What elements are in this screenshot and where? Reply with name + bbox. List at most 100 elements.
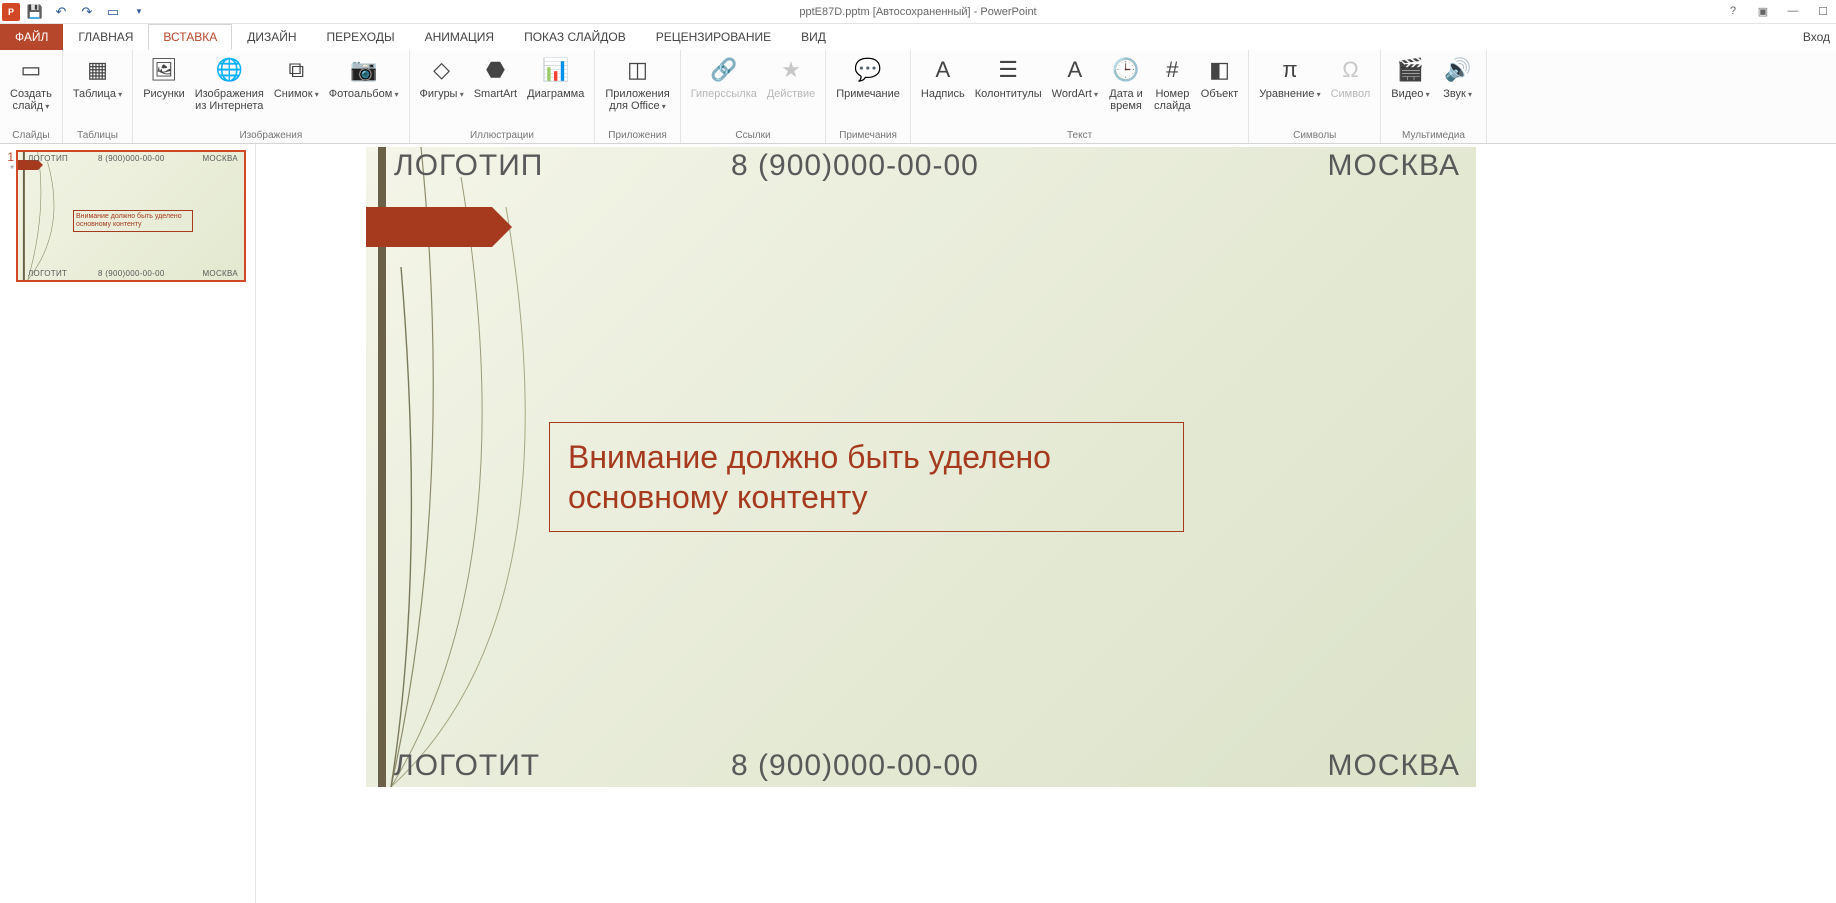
ribbon-comment-button[interactable]: 💬Примечание — [832, 52, 904, 102]
ribbon-action-button: ★Действие — [763, 52, 819, 102]
comment-icon: 💬 — [852, 54, 884, 86]
slide-canvas-area[interactable]: ЛОГОТИП 8 (900)000-00-00 МОСКВА Внимание… — [256, 144, 1836, 903]
ribbon-button-label: WordArt — [1052, 88, 1098, 101]
slide-top-left[interactable]: ЛОГОТИП — [394, 149, 543, 183]
ribbon-group: 🖼 Рисунки 🌐Изображенияиз Интернета ⧉ Снимок 📷… — [133, 50, 409, 143]
ribbon-hyperlink-button: 🔗Гиперссылка — [687, 52, 761, 102]
ribbon-group-label: Приложения — [601, 128, 673, 143]
slide[interactable]: ЛОГОТИП 8 (900)000-00-00 МОСКВА Внимание… — [366, 147, 1476, 787]
ribbon-group-label: Символы — [1255, 128, 1374, 143]
new-slide-icon: ▭ — [15, 54, 47, 86]
tab-показ слайдов[interactable]: ПОКАЗ СЛАЙДОВ — [509, 24, 641, 50]
symbol-icon: Ω — [1334, 54, 1366, 86]
ribbon-options-icon[interactable]: ▣ — [1754, 5, 1772, 18]
ribbon: ▭СоздатьслайдСлайды▦ТаблицаТаблицы🖼Рисун… — [0, 50, 1836, 144]
ribbon-textbox-button[interactable]: A Надпись — [917, 52, 969, 102]
tab-дизайн[interactable]: ДИЗАЙН — [232, 24, 311, 50]
thumb-bot-left: ЛОГОТИТ — [28, 269, 67, 278]
table-icon: ▦ — [82, 54, 114, 86]
ribbon-chart-button[interactable]: 📊Диаграмма — [523, 52, 588, 102]
action-icon: ★ — [775, 54, 807, 86]
textbox-icon: A — [927, 54, 959, 86]
slide-bot-left[interactable]: ЛОГОТИТ — [394, 749, 540, 783]
ribbon-shapes-button[interactable]: ◇Фигуры — [416, 52, 468, 103]
apps-icon: ◫ — [622, 54, 654, 86]
ribbon-table-button[interactable]: ▦ Таблица — [69, 52, 126, 103]
ribbon-button-label: Символ — [1331, 88, 1371, 100]
qat-save-icon[interactable]: 💾 — [24, 1, 46, 23]
ribbon-group: 🎬Видео🔊Звук Мультимедиа — [1381, 50, 1486, 143]
audio-icon: 🔊 — [1442, 54, 1474, 86]
ribbon-equation-button[interactable]: πУравнение — [1255, 52, 1324, 103]
picture-icon: 🖼 — [148, 54, 180, 86]
tab-вид[interactable]: ВИД — [786, 24, 841, 50]
tab-файл[interactable]: ФАЙЛ — [0, 24, 63, 50]
ribbon-button-label: Дата ивремя — [1109, 88, 1143, 112]
ribbon-photo-album-button[interactable]: 📷Фотоальбом — [325, 52, 403, 103]
slide-top-center[interactable]: 8 (900)000-00-00 — [731, 149, 979, 183]
slide-arrow-shape[interactable] — [366, 207, 492, 247]
tab-анимация[interactable]: АНИМАЦИЯ — [410, 24, 509, 50]
ribbon-smartart-button[interactable]: ⬣SmartArt — [470, 52, 521, 102]
ribbon-group: A Надпись ☰КолонтитулыAWordArt🕒Дата ивремя… — [911, 50, 1249, 143]
thumb-number: 1 — [4, 150, 14, 164]
slide-bot-center[interactable]: 8 (900)000-00-00 — [731, 749, 979, 783]
tab-рецензирование[interactable]: РЕЦЕНЗИРОВАНИЕ — [641, 24, 786, 50]
ribbon-tabs: ФАЙЛГЛАВНАЯВСТАВКАДИЗАЙНПЕРЕХОДЫАНИМАЦИЯ… — [0, 24, 1836, 50]
online-pic-icon: 🌐 — [213, 54, 245, 86]
tab-главная[interactable]: ГЛАВНАЯ — [63, 24, 148, 50]
slide-thumbnails-panel: 1 * ЛОГОТИП 8 (900)000-00-00 МОСКВА Вним… — [0, 144, 256, 903]
ribbon-wordart-button[interactable]: AWordArt — [1048, 52, 1102, 103]
slide-thumbnail-1[interactable]: ЛОГОТИП 8 (900)000-00-00 МОСКВА Внимание… — [16, 150, 246, 282]
restore-icon[interactable]: ☐ — [1814, 5, 1832, 18]
window-controls: ? ▣ ― ☐ — [1724, 5, 1832, 18]
title-bar: P 💾 ↶ ↷ ▭ ▾ pptE87D.pptm [Автосохраненны… — [0, 0, 1836, 24]
tab-переходы[interactable]: ПЕРЕХОДЫ — [312, 24, 410, 50]
minimize-icon[interactable]: ― — [1784, 5, 1802, 18]
ribbon-group-label: Мультимедиа — [1387, 128, 1479, 143]
tab-вставка[interactable]: ВСТАВКА — [148, 24, 232, 50]
ribbon-button-label: Уравнение — [1259, 88, 1320, 101]
thumb-top-left: ЛОГОТИП — [28, 154, 68, 163]
qat-start-icon[interactable]: ▭ — [102, 1, 124, 23]
ribbon-button-label: Рисунки — [143, 88, 185, 100]
slide-content-box[interactable]: Внимание должно быть уделено основному к… — [549, 422, 1184, 532]
ribbon-online-pic-button[interactable]: 🌐Изображенияиз Интернета — [191, 52, 268, 114]
qat-redo-icon[interactable]: ↷ — [76, 1, 98, 23]
help-icon[interactable]: ? — [1724, 5, 1742, 18]
ribbon-group-label: Изображения — [139, 128, 402, 143]
ribbon-date-time-button[interactable]: 🕒Дата ивремя — [1104, 52, 1148, 114]
ribbon-picture-button[interactable]: 🖼 Рисунки — [139, 52, 189, 102]
thumb-top-center: 8 (900)000-00-00 — [98, 154, 165, 163]
ribbon-button-label: Фотоальбом — [329, 88, 399, 101]
ribbon-header-footer-button[interactable]: ☰Колонтитулы — [971, 52, 1046, 102]
window-title: pptE87D.pptm [Автосохраненный] - PowerPo… — [799, 6, 1036, 18]
app-icon[interactable]: P — [2, 3, 20, 21]
ribbon-object-button[interactable]: ◧Объект — [1197, 52, 1242, 102]
ribbon-group: ◇Фигуры⬣SmartArt📊ДиаграммаИллюстрации — [410, 50, 596, 143]
ribbon-button-label: Надпись — [921, 88, 965, 100]
ribbon-new-slide-button[interactable]: ▭Создатьслайд — [6, 52, 56, 115]
slide-top-right[interactable]: МОСКВА — [1328, 149, 1461, 183]
ribbon-group-label: Примечания — [832, 128, 904, 143]
quick-access-toolbar: P 💾 ↶ ↷ ▭ ▾ — [0, 1, 150, 23]
slide-bot-right[interactable]: МОСКВА — [1328, 749, 1461, 783]
ribbon-audio-button[interactable]: 🔊Звук — [1436, 52, 1480, 103]
ribbon-video-button[interactable]: 🎬Видео — [1387, 52, 1433, 103]
ribbon-button-label: Изображенияиз Интернета — [195, 88, 264, 112]
signin-link[interactable]: Вход — [1803, 24, 1830, 50]
date-time-icon: 🕒 — [1110, 54, 1142, 86]
ribbon-button-label: Снимок — [274, 88, 319, 101]
thumb-meta: 1 * — [4, 150, 14, 282]
ribbon-apps-button[interactable]: ◫Приложениядля Office — [601, 52, 673, 115]
ribbon-button-label: Таблица — [73, 88, 122, 101]
ribbon-group: 💬Примечание Примечания — [826, 50, 911, 143]
qat-customize-icon[interactable]: ▾ — [128, 1, 150, 23]
workspace: 1 * ЛОГОТИП 8 (900)000-00-00 МОСКВА Вним… — [0, 144, 1836, 903]
ribbon-group: ▦ТаблицаТаблицы — [63, 50, 133, 143]
qat-undo-icon[interactable]: ↶ — [50, 1, 72, 23]
ribbon-slide-number-button[interactable]: #Номерслайда — [1150, 52, 1195, 114]
ribbon-screenshot-button[interactable]: ⧉ Снимок — [270, 52, 323, 103]
ribbon-group-label: Текст — [917, 128, 1242, 143]
screenshot-icon: ⧉ — [280, 54, 312, 86]
